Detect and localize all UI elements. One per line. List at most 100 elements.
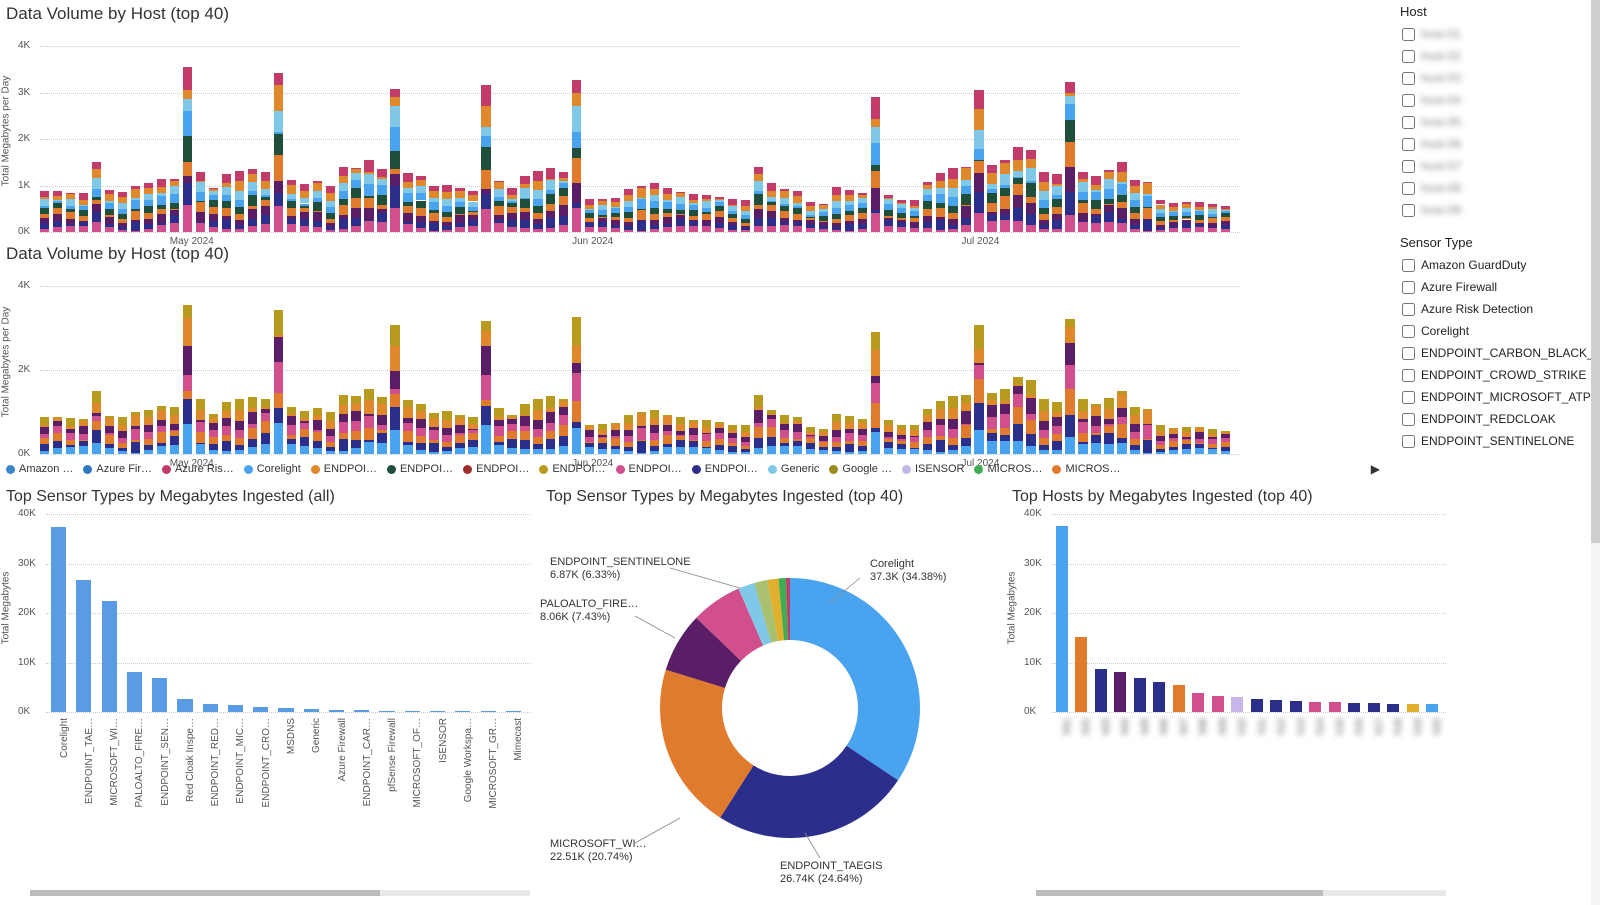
- stacked-bar[interactable]: [313, 408, 322, 454]
- checkbox[interactable]: [1402, 325, 1415, 338]
- stacked-bar[interactable]: [819, 429, 828, 454]
- stacked-bar[interactable]: [507, 188, 516, 232]
- filter-sensor-item[interactable]: Azure Firewall: [1400, 276, 1600, 298]
- checkbox[interactable]: [1402, 347, 1415, 360]
- stacked-bar[interactable]: [481, 321, 490, 454]
- bar[interactable]: [1309, 702, 1321, 712]
- stacked-bar[interactable]: [429, 413, 438, 454]
- stacked-bar[interactable]: [507, 415, 516, 454]
- legend-item[interactable]: ENDPOI…: [463, 463, 529, 475]
- stacked-bar[interactable]: [209, 414, 218, 454]
- stacked-bar[interactable]: [131, 186, 140, 233]
- bar[interactable]: [1095, 669, 1107, 712]
- stacked-bar[interactable]: [248, 169, 257, 232]
- legend-item[interactable]: Generic: [768, 463, 820, 475]
- stacked-bar[interactable]: [936, 401, 945, 454]
- stacked-bar[interactable]: [157, 406, 166, 454]
- bar[interactable]: [1407, 704, 1419, 712]
- bar[interactable]: [51, 527, 66, 712]
- stacked-bar[interactable]: [118, 192, 127, 232]
- stacked-bar[interactable]: [650, 410, 659, 454]
- legend-item[interactable]: Azure Fir…: [83, 463, 152, 475]
- stacked-bar[interactable]: [403, 172, 412, 232]
- stacked-bar[interactable]: [300, 411, 309, 454]
- bar[interactable]: [354, 710, 369, 712]
- stacked-bar[interactable]: [897, 425, 906, 454]
- stacked-bar[interactable]: [819, 204, 828, 232]
- stacked-bar[interactable]: [546, 168, 555, 232]
- stacked-bar[interactable]: [1182, 427, 1191, 454]
- stacked-bar[interactable]: [66, 192, 75, 232]
- stacked-bar[interactable]: [183, 67, 192, 232]
- checkbox[interactable]: [1402, 116, 1415, 129]
- stacked-bar[interactable]: [326, 412, 335, 454]
- stacked-bar[interactable]: [1000, 389, 1009, 454]
- stacked-bar[interactable]: [832, 187, 841, 232]
- stacked-bar[interactable]: [1169, 203, 1178, 232]
- stacked-bar[interactable]: [390, 325, 399, 454]
- legend-item[interactable]: Azure Ris…: [162, 463, 234, 475]
- stacked-bar[interactable]: [559, 172, 568, 232]
- stacked-bar[interactable]: [702, 420, 711, 454]
- stacked-bar[interactable]: [974, 90, 983, 232]
- stacked-bar[interactable]: [455, 415, 464, 454]
- stacked-bar[interactable]: [715, 197, 724, 232]
- stacked-bar[interactable]: [261, 172, 270, 232]
- stacked-bar[interactable]: [53, 191, 62, 232]
- filter-sensor-item[interactable]: ENDPOINT_CROWD_STRIKE: [1400, 364, 1600, 386]
- stacked-bar[interactable]: [572, 317, 581, 454]
- stacked-bar[interactable]: [858, 419, 867, 454]
- stacked-bar[interactable]: [481, 85, 490, 232]
- bar[interactable]: [152, 678, 167, 712]
- stacked-bar[interactable]: [910, 200, 919, 232]
- stacked-bar[interactable]: [40, 191, 49, 232]
- checkbox[interactable]: [1402, 303, 1415, 316]
- stacked-bar[interactable]: [689, 420, 698, 454]
- stacked-bar[interactable]: [611, 198, 620, 232]
- stacked-bar[interactable]: [377, 169, 386, 232]
- stacked-bar[interactable]: [416, 404, 425, 454]
- legend-item[interactable]: Google …: [829, 463, 892, 475]
- bar[interactable]: [177, 699, 192, 712]
- stacked-bar[interactable]: [442, 185, 451, 232]
- bar[interactable]: [1134, 678, 1146, 712]
- stacked-bar[interactable]: [871, 97, 880, 232]
- stacked-bar[interactable]: [1156, 200, 1165, 232]
- legend-scroll-right[interactable]: ▶: [1371, 462, 1380, 476]
- stacked-bar[interactable]: [351, 396, 360, 454]
- stacked-bar[interactable]: [1104, 170, 1113, 232]
- stacked-bar[interactable]: [1143, 182, 1152, 232]
- stacked-bar[interactable]: [546, 396, 555, 454]
- bar[interactable]: [278, 708, 293, 712]
- bar[interactable]: [379, 711, 394, 712]
- stacked-bar[interactable]: [339, 395, 348, 454]
- stacked-bar[interactable]: [170, 179, 179, 232]
- checkbox[interactable]: [1402, 182, 1415, 195]
- stacked-bar[interactable]: [624, 415, 633, 454]
- checkbox[interactable]: [1402, 435, 1415, 448]
- bar[interactable]: [329, 710, 344, 712]
- checkbox[interactable]: [1402, 50, 1415, 63]
- stacked-bar[interactable]: [144, 183, 153, 232]
- stacked-bar[interactable]: [897, 200, 906, 232]
- chart-h-scrollbar[interactable]: [1036, 890, 1446, 896]
- filter-sensor-item[interactable]: ENDPOINT_SENTINELONE: [1400, 430, 1600, 452]
- stacked-bar[interactable]: [767, 410, 776, 454]
- filter-sensor-item[interactable]: ENDPOINT_REDCLOAK: [1400, 408, 1600, 430]
- stacked-bar[interactable]: [494, 181, 503, 232]
- stacked-bar[interactable]: [637, 186, 646, 232]
- stacked-bar[interactable]: [728, 199, 737, 232]
- stacked-bar[interactable]: [948, 396, 957, 454]
- stacked-bar[interactable]: [326, 186, 335, 233]
- bar[interactable]: [1368, 703, 1380, 712]
- checkbox[interactable]: [1402, 413, 1415, 426]
- stacked-bar[interactable]: [637, 412, 646, 454]
- stacked-bar[interactable]: [858, 193, 867, 232]
- stacked-bar[interactable]: [1052, 402, 1061, 455]
- stacked-bar[interactable]: [235, 171, 244, 232]
- stacked-bar[interactable]: [1091, 176, 1100, 232]
- stacked-bar[interactable]: [1130, 407, 1139, 454]
- stacked-bar[interactable]: [209, 188, 218, 232]
- stacked-bar[interactable]: [598, 199, 607, 232]
- stacked-bar[interactable]: [364, 160, 373, 232]
